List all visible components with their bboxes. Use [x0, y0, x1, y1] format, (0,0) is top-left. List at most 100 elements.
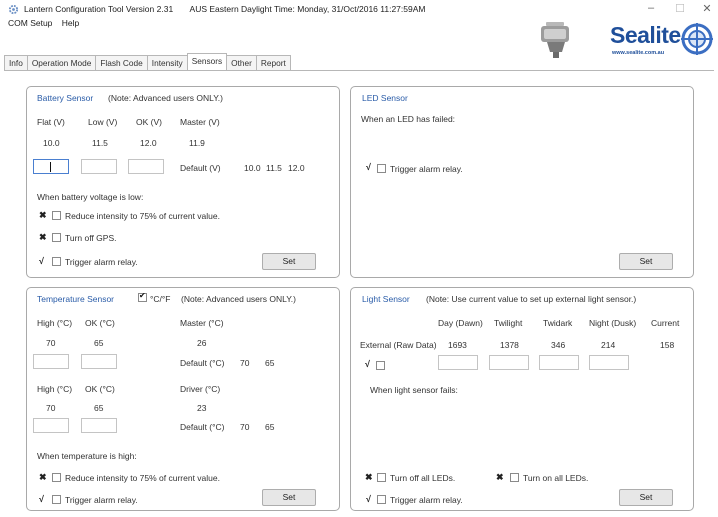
light-external-label: External (Raw Data): [360, 340, 437, 350]
text-caret: [50, 162, 51, 172]
tab-flash-code[interactable]: Flash Code: [95, 55, 148, 70]
temp-ok-input-2[interactable]: [81, 418, 117, 433]
battery-ok-value: 12.0: [140, 138, 157, 148]
light-header-night: Night (Dusk): [589, 318, 637, 328]
tab-operation-mode[interactable]: Operation Mode: [26, 55, 97, 70]
temp-master-value: 26: [197, 338, 207, 348]
maximize-button[interactable]: ☐: [670, 2, 690, 15]
temp-high-input-2[interactable]: [33, 418, 69, 433]
battery-header-low: Low (V): [88, 117, 118, 127]
sealite-logo-icon: [681, 23, 713, 55]
battery-sensor-panel: [26, 86, 340, 278]
battery-low-input[interactable]: [81, 159, 117, 174]
light-turn-off-leds-label: Turn off all LEDs.: [390, 473, 456, 483]
close-button[interactable]: ✕: [697, 2, 717, 15]
light-twidark-input[interactable]: [539, 355, 579, 370]
light-night-value: 214: [601, 340, 616, 350]
menu-bar: COM Setup Help: [8, 18, 86, 28]
light-ext-status-icon: √: [365, 359, 370, 369]
light-night-input[interactable]: [589, 355, 629, 370]
led-trigger-alarm-checkbox[interactable]: [377, 164, 386, 173]
tab-sensors[interactable]: Sensors: [186, 53, 228, 70]
battery-ok-input[interactable]: [128, 159, 164, 174]
menu-help[interactable]: Help: [62, 18, 79, 28]
light-day-input[interactable]: [438, 355, 478, 370]
battery-header-ok: OK (V): [136, 117, 162, 127]
sealite-url: www.sealite.com.au: [612, 50, 665, 56]
light-note: (Note: Use current value to set up exter…: [426, 294, 637, 304]
light-external-checkbox[interactable]: [376, 361, 385, 370]
temp-reduce-intensity-checkbox[interactable]: [52, 473, 61, 482]
temp-default-label-2: Default (°C): [180, 422, 225, 432]
battery-sensor-title: Battery Sensor: [37, 93, 94, 103]
light-sensor-title: Light Sensor: [362, 294, 410, 304]
light-header-current: Current: [651, 318, 680, 328]
temperature-note: (Note: Advanced users ONLY.): [181, 294, 296, 304]
menu-com-setup[interactable]: COM Setup: [8, 18, 52, 28]
temp-trigger-alarm-checkbox[interactable]: [52, 495, 61, 504]
battery-opt1-status-icon: ✖: [39, 210, 47, 220]
temperature-set-button[interactable]: Set: [262, 489, 316, 506]
battery-master-value: 11.9: [189, 138, 205, 148]
battery-trigger-alarm-checkbox[interactable]: [52, 257, 61, 266]
temp-trigger-alarm-label: Trigger alarm relay.: [65, 495, 138, 505]
light-header-day: Day (Dawn): [438, 318, 483, 328]
temp-high-value-2: 70: [46, 403, 56, 413]
battery-header-flat: Flat (V): [37, 117, 65, 127]
light-header-twilight: Twilight: [494, 318, 523, 328]
led-sensor-title: LED Sensor: [362, 93, 408, 103]
battery-low-label: When battery voltage is low:: [37, 192, 144, 202]
temp-high-input-1[interactable]: [33, 354, 69, 369]
temp-reduce-intensity-label: Reduce intensity to 75% of current value…: [65, 473, 220, 483]
light-twidark-value: 346: [551, 340, 566, 350]
light-trigger-alarm-label: Trigger alarm relay.: [390, 495, 463, 505]
temp-default-high-1: 70: [240, 358, 250, 368]
light-turn-on-leds-label: Turn on all LEDs.: [523, 473, 589, 483]
battery-default-ok: 12.0: [288, 163, 305, 173]
tab-report[interactable]: Report: [255, 55, 291, 70]
light-opt2-status-icon: ✖: [496, 472, 504, 482]
tab-intensity[interactable]: Intensity: [146, 55, 188, 70]
battery-header-master: Master (V): [180, 117, 220, 127]
temp-ok-value-1: 65: [94, 338, 104, 348]
app-gear-icon: [8, 4, 19, 15]
temp-ok-input-1[interactable]: [81, 354, 117, 369]
light-turn-on-leds-checkbox[interactable]: [510, 473, 519, 482]
window-title: Lantern Configuration Tool Version 2.31 …: [24, 4, 425, 14]
battery-opt3-status-icon: √: [39, 256, 44, 266]
temperature-unit-label: °C/°F: [150, 294, 171, 304]
light-turn-off-leds-checkbox[interactable]: [377, 473, 386, 482]
light-twilight-value: 1378: [500, 340, 519, 350]
lantern-image: [541, 22, 569, 58]
led-trigger-alarm-label: Trigger alarm relay.: [390, 164, 463, 174]
temperature-unit-checkbox[interactable]: [138, 291, 147, 302]
temp-high-header-2: High (°C): [37, 384, 73, 394]
battery-turn-off-gps-label: Turn off GPS.: [65, 233, 117, 243]
tab-other[interactable]: Other: [226, 55, 257, 70]
time-display: AUS Eastern Daylight Time: Monday, 31/Oc…: [189, 4, 426, 14]
light-twilight-input[interactable]: [489, 355, 529, 370]
tab-info[interactable]: Info: [4, 55, 28, 70]
battery-reduce-intensity-checkbox[interactable]: [52, 211, 61, 220]
temp-driver-label: Driver (°C): [180, 384, 221, 394]
battery-flat-input[interactable]: [33, 159, 69, 174]
temp-opt2-status-icon: √: [39, 494, 44, 504]
temp-high-header-1: High (°C): [37, 318, 73, 328]
temp-default-ok-1: 65: [265, 358, 275, 368]
minimize-button[interactable]: –: [641, 2, 661, 14]
temp-ok-header-1: OK (°C): [85, 318, 115, 328]
tab-strip: Info Operation Mode Flash Code Intensity…: [4, 53, 291, 70]
temp-driver-value: 23: [197, 403, 207, 413]
battery-default-label: Default (V): [180, 163, 221, 173]
battery-turn-off-gps-checkbox[interactable]: [52, 233, 61, 242]
temp-high-value-1: 70: [46, 338, 56, 348]
battery-default-flat: 10.0: [244, 163, 261, 173]
battery-opt2-status-icon: ✖: [39, 232, 47, 242]
temp-default-label-1: Default (°C): [180, 358, 225, 368]
temp-master-label: Master (°C): [180, 318, 224, 328]
battery-set-button[interactable]: Set: [262, 253, 316, 270]
led-set-button[interactable]: Set: [619, 253, 673, 270]
light-set-button[interactable]: Set: [619, 489, 673, 506]
light-trigger-alarm-checkbox[interactable]: [377, 495, 386, 504]
led-opt-status-icon: √: [366, 162, 371, 172]
